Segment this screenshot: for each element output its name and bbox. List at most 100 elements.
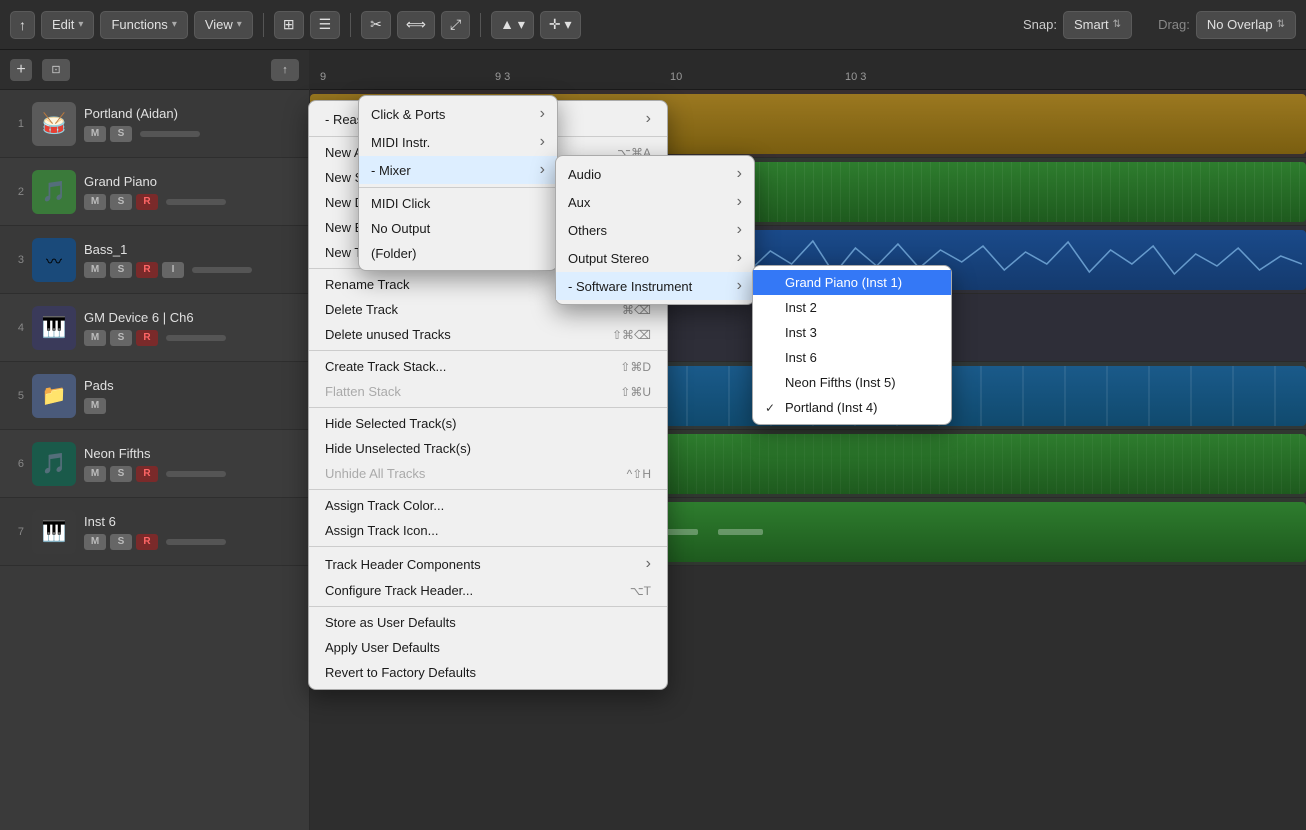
- grand-piano-inst1-label: Grand Piano (Inst 1): [785, 275, 939, 290]
- assign-icon-item[interactable]: Assign Track Icon...: [309, 518, 667, 543]
- flatten-stack-label: Flatten Stack: [325, 384, 600, 399]
- software-instrument-submenu: Grand Piano (Inst 1) Inst 2 Inst 3 Inst …: [752, 265, 952, 425]
- sep-5: [309, 489, 667, 490]
- mute-btn-2[interactable]: M: [84, 194, 106, 210]
- mixer-item[interactable]: - Mixer: [359, 156, 557, 184]
- drag-selector[interactable]: No Overlap ⇅: [1196, 11, 1296, 39]
- create-track-stack-item[interactable]: Create Track Stack... ⇧⌘D: [309, 354, 667, 379]
- others-item[interactable]: Others: [556, 216, 754, 244]
- rec-btn-2[interactable]: R: [136, 194, 158, 210]
- functions-menu[interactable]: Functions ▾: [100, 11, 187, 39]
- aux-item[interactable]: Aux: [556, 188, 754, 216]
- add-track-button[interactable]: +: [10, 59, 32, 81]
- track-collapse-button[interactable]: ↑: [271, 59, 299, 81]
- midi-instr-item[interactable]: MIDI Instr.: [359, 128, 557, 156]
- mute-btn-5[interactable]: M: [84, 398, 106, 414]
- track-header-components-item[interactable]: Track Header Components: [309, 550, 667, 578]
- solo-btn-1[interactable]: S: [110, 126, 132, 142]
- inst3-item[interactable]: Inst 3: [753, 320, 951, 345]
- inst3-label: Inst 3: [785, 325, 939, 340]
- track-number-3: 3: [8, 254, 24, 266]
- mute-btn-4[interactable]: M: [84, 330, 106, 346]
- grid-view-btn[interactable]: ⊞: [274, 11, 304, 39]
- edit-menu[interactable]: Edit ▾: [41, 11, 94, 39]
- track-row-2[interactable]: 2 🎵 Grand Piano M S R: [0, 158, 309, 226]
- assign-color-item[interactable]: Assign Track Color...: [309, 493, 667, 518]
- view-menu[interactable]: View ▾: [194, 11, 253, 39]
- midi-click-item[interactable]: MIDI Click: [359, 191, 557, 216]
- delete-unused-item[interactable]: Delete unused Tracks ⇧⌘⌫: [309, 322, 667, 347]
- volume-3[interactable]: [192, 267, 252, 273]
- sep3: [480, 13, 481, 37]
- track-info-6: Neon Fifths M S R: [84, 446, 301, 482]
- tool1-btn[interactable]: ✂: [361, 11, 391, 39]
- track-row-4[interactable]: 4 🎹 GM Device 6 | Ch6 M S R: [0, 294, 309, 362]
- revert-factory-label: Revert to Factory Defaults: [325, 665, 651, 680]
- mute-btn-3[interactable]: M: [84, 262, 106, 278]
- inst2-item[interactable]: Inst 2: [753, 295, 951, 320]
- volume-6[interactable]: [166, 471, 226, 477]
- solo-btn-2[interactable]: S: [110, 194, 132, 210]
- solo-btn-4[interactable]: S: [110, 330, 132, 346]
- add-btn[interactable]: ✛ ▾: [540, 11, 581, 39]
- store-defaults-item[interactable]: Store as User Defaults: [309, 610, 667, 635]
- revert-factory-item[interactable]: Revert to Factory Defaults: [309, 660, 667, 685]
- track-name-3: Bass_1: [84, 242, 301, 257]
- track-row-3[interactable]: 3 〰 Bass_1 M S R I: [0, 226, 309, 294]
- mixer-submenu: Audio Aux Others Output Stereo - Softwar…: [555, 155, 755, 305]
- tool3-btn[interactable]: ⤢: [441, 11, 470, 39]
- rec-btn-7[interactable]: R: [136, 534, 158, 550]
- track-row-1[interactable]: 1 🥁 Portland (Aidan) M S: [0, 90, 309, 158]
- hide-unselected-item[interactable]: Hide Unselected Track(s): [309, 436, 667, 461]
- inst6-item[interactable]: Inst 6: [753, 345, 951, 370]
- list-view-btn[interactable]: ☰: [310, 11, 341, 39]
- rec-btn-6[interactable]: R: [136, 466, 158, 482]
- configure-track-header-item[interactable]: Configure Track Header... ⌥T: [309, 578, 667, 603]
- volume-7[interactable]: [166, 539, 226, 545]
- unhide-all-label: Unhide All Tracks: [325, 466, 607, 481]
- track-row-5[interactable]: 5 📁 Pads M: [0, 362, 309, 430]
- view-chevron: ▾: [237, 19, 242, 30]
- audio-item[interactable]: Audio: [556, 160, 754, 188]
- volume-2[interactable]: [166, 199, 226, 205]
- ruler-mark-103: 10 3: [845, 71, 866, 83]
- portland-check: ✓: [765, 401, 781, 415]
- solo-btn-7[interactable]: S: [110, 534, 132, 550]
- apply-defaults-item[interactable]: Apply User Defaults: [309, 635, 667, 660]
- apply-defaults-label: Apply User Defaults: [325, 640, 651, 655]
- track-icon-4: 🎹: [32, 306, 76, 350]
- volume-1[interactable]: [140, 131, 200, 137]
- track-row-7[interactable]: 7 🎹 Inst 6 M S R: [0, 498, 309, 566]
- folder-item[interactable]: (Folder): [359, 241, 557, 266]
- ruler-mark-9: 9: [320, 71, 326, 83]
- solo-btn-6[interactable]: S: [110, 466, 132, 482]
- cursor-btn[interactable]: ▲ ▾: [491, 11, 534, 39]
- back-button[interactable]: ↑: [10, 11, 35, 39]
- inst2-label: Inst 2: [785, 300, 939, 315]
- track-row-6[interactable]: 6 🎵 Neon Fifths M S R: [0, 430, 309, 498]
- rec-btn-4[interactable]: R: [136, 330, 158, 346]
- sep-4: [309, 407, 667, 408]
- software-instrument-item[interactable]: - Software Instrument: [556, 272, 754, 300]
- solo-btn-3[interactable]: S: [110, 262, 132, 278]
- create-track-stack-shortcut: ⇧⌘D: [620, 360, 651, 374]
- view-label: View: [205, 17, 233, 32]
- mute-btn-6[interactable]: M: [84, 466, 106, 482]
- mixer-label: - Mixer: [371, 163, 532, 178]
- rec-btn-3[interactable]: R: [136, 262, 158, 278]
- snap-selector[interactable]: Smart ⇅: [1063, 11, 1132, 39]
- output-stereo-label: Output Stereo: [568, 251, 729, 266]
- tool2-btn[interactable]: ⟺: [397, 11, 435, 39]
- mute-btn-1[interactable]: M: [84, 126, 106, 142]
- grand-piano-inst1-item[interactable]: Grand Piano (Inst 1): [753, 270, 951, 295]
- hide-selected-item[interactable]: Hide Selected Track(s): [309, 411, 667, 436]
- volume-4[interactable]: [166, 335, 226, 341]
- click-ports-item[interactable]: Click & Ports: [359, 100, 557, 128]
- input-btn-3[interactable]: I: [162, 262, 184, 278]
- portland-inst4-item[interactable]: ✓ Portland (Inst 4): [753, 395, 951, 420]
- no-output-item[interactable]: No Output: [359, 216, 557, 241]
- neon-fifths-item[interactable]: Neon Fifths (Inst 5): [753, 370, 951, 395]
- output-stereo-item[interactable]: Output Stereo: [556, 244, 754, 272]
- track-options-button[interactable]: ⊡: [42, 59, 70, 81]
- mute-btn-7[interactable]: M: [84, 534, 106, 550]
